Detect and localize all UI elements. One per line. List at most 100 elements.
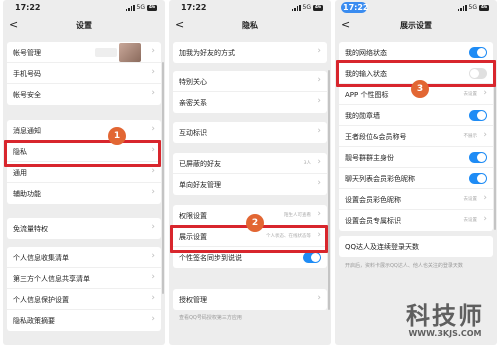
list-item-phone[interactable]: 手机号码 › bbox=[7, 63, 161, 84]
chevron-right-icon: › bbox=[151, 251, 155, 261]
list-item-third-party-sharing[interactable]: 第三方个人信息共享清单 › bbox=[7, 268, 161, 289]
list-item-label: 王者段位&会员称号 bbox=[345, 133, 407, 141]
signal-icon bbox=[291, 4, 301, 11]
settings-screen: 17:22 5G 46 < 设置 帐号管理 › 手机号码 › 帐号安全 › 消息通知 ›… bbox=[3, 0, 165, 345]
qq-expert-caption: 开启后，资料卡展示QQ达人、他人也关注的登录天数 bbox=[345, 263, 463, 269]
status-bar: 17:22 5G 46 bbox=[335, 0, 497, 14]
chevron-right-icon: › bbox=[317, 178, 321, 188]
list-item-qq-expert[interactable]: QQ达人及连续登录天数 bbox=[339, 236, 493, 257]
scrollbar[interactable] bbox=[328, 70, 330, 310]
list-item-value: 去设置 bbox=[463, 92, 478, 97]
network-label: 5G bbox=[468, 4, 477, 11]
list-item-blocked-friends[interactable]: 已屏蔽的好友 3人 › bbox=[173, 153, 327, 174]
chevron-right-icon: › bbox=[151, 166, 155, 176]
list-item-label: 免流量特权 bbox=[13, 225, 48, 233]
data-free-group: 免流量特权 › bbox=[7, 218, 161, 239]
friend-add-group: 加我为好友的方式 › bbox=[173, 42, 327, 63]
group-owner-toggle[interactable] bbox=[469, 152, 487, 163]
chevron-right-icon: › bbox=[317, 209, 321, 219]
list-item-label: 权限设置 bbox=[179, 212, 207, 220]
medal-wall-toggle[interactable] bbox=[469, 110, 487, 121]
list-item-label: 靓号群群主身份 bbox=[345, 154, 394, 162]
list-item-privacy-policy[interactable]: 隐私政策摘要 › bbox=[7, 310, 161, 331]
list-item-authorization[interactable]: 授权管理 › bbox=[173, 289, 327, 310]
chevron-right-icon: › bbox=[483, 130, 487, 140]
list-item-label: 个人信息收集清单 bbox=[13, 254, 69, 262]
step-badge-2: 2 bbox=[246, 214, 264, 232]
blurred-account-name bbox=[95, 48, 117, 57]
list-item-label: 互动标识 bbox=[179, 129, 207, 137]
status-time: 17:22 bbox=[181, 3, 207, 12]
signal-icon bbox=[457, 4, 467, 11]
avatar bbox=[119, 43, 141, 62]
watermark-title: 科技师 bbox=[406, 302, 484, 330]
scrollbar[interactable] bbox=[162, 62, 164, 294]
list-item-value: 去设置 bbox=[463, 197, 478, 202]
list-item-label: 通用 bbox=[13, 169, 27, 177]
list-item-label: 已屏蔽的好友 bbox=[179, 160, 221, 168]
list-item-account-manage[interactable]: 帐号管理 › bbox=[7, 42, 161, 63]
list-item-label: 我的勋章墙 bbox=[345, 112, 380, 120]
page-title: 隐私 bbox=[242, 21, 258, 30]
authorization-group: 授权管理 › bbox=[173, 289, 327, 310]
list-item-intimate-relations[interactable]: 亲密关系 › bbox=[173, 92, 327, 113]
chevron-right-icon: › bbox=[151, 88, 155, 98]
list-item-label: 隐私政策摘要 bbox=[13, 317, 55, 325]
color-nickname-toggle[interactable] bbox=[469, 173, 487, 184]
signal-group: 5G 46 bbox=[457, 4, 489, 11]
list-item-info-collection[interactable]: 个人信息收集清单 › bbox=[7, 247, 161, 268]
list-item-label: 我的网络状态 bbox=[345, 49, 387, 57]
list-item-medal-wall[interactable]: 我的勋章墙 bbox=[339, 105, 493, 126]
step-badge-1: 1 bbox=[108, 127, 126, 145]
list-item-label: 授权管理 bbox=[179, 296, 207, 304]
list-item-interaction-marks[interactable]: 互动标识 › bbox=[173, 122, 327, 143]
status-time: 17:22 bbox=[343, 3, 369, 12]
list-item-add-friend-method[interactable]: 加我为好友的方式 › bbox=[173, 42, 327, 63]
list-item-label: 单向好友管理 bbox=[179, 181, 221, 189]
list-item-one-way-friends[interactable]: 单向好友管理 › bbox=[173, 174, 327, 195]
list-item-info-protection[interactable]: 个人信息保护设置 › bbox=[7, 289, 161, 310]
qq-expert-group: QQ达人及连续登录天数 bbox=[339, 236, 493, 257]
list-item-free-data[interactable]: 免流量特权 › bbox=[7, 218, 161, 239]
status-bar: 17:22 5G 46 bbox=[169, 0, 331, 14]
battery-icon: 46 bbox=[313, 4, 323, 11]
list-item-game-rank[interactable]: 王者段位&会员称号 不展示 › bbox=[339, 126, 493, 147]
list-item-label: 设置会员彩色昵称 bbox=[345, 196, 401, 204]
list-item-label: 第三方个人信息共享清单 bbox=[13, 275, 90, 283]
nav-bar: < 设置 bbox=[3, 16, 165, 36]
chevron-right-icon: › bbox=[151, 124, 155, 134]
list-item-label: 个性签名同步到说说 bbox=[179, 254, 242, 262]
list-item-accessibility[interactable]: 辅助功能 › bbox=[7, 183, 161, 204]
watermark: 科技师 WWW.3KJS.COM bbox=[392, 296, 498, 344]
signature-sync-toggle[interactable] bbox=[303, 252, 321, 263]
chevron-right-icon: › bbox=[317, 96, 321, 106]
display-settings-screen: 17:22 5G 46 < 展示设置 我的网络状态 我的输入状态 APP 个性图… bbox=[335, 0, 497, 345]
battery-icon: 46 bbox=[147, 4, 157, 11]
chevron-right-icon: › bbox=[317, 126, 321, 136]
list-item-label: 辅助功能 bbox=[13, 190, 41, 198]
list-item-label: 亲密关系 bbox=[179, 99, 207, 107]
relations-group: 特别关心 › 亲密关系 › bbox=[173, 71, 327, 113]
list-item-special-care[interactable]: 特别关心 › bbox=[173, 71, 327, 92]
chevron-right-icon: › bbox=[317, 293, 321, 303]
chevron-right-icon: › bbox=[317, 157, 321, 167]
chevron-right-icon: › bbox=[151, 46, 155, 56]
step-badge-3: 3 bbox=[411, 80, 429, 98]
list-item-account-security[interactable]: 帐号安全 › bbox=[7, 84, 161, 105]
list-item-member-badge[interactable]: 设置会员专属标识 去设置 › bbox=[339, 210, 493, 231]
status-bar: 17:22 5G 46 bbox=[3, 0, 165, 14]
interaction-group: 互动标识 › bbox=[173, 122, 327, 143]
list-item-label: 个人信息保护设置 bbox=[13, 296, 69, 304]
network-label: 5G bbox=[302, 4, 311, 11]
battery-icon: 46 bbox=[479, 4, 489, 11]
list-item-label: 帐号安全 bbox=[13, 91, 41, 99]
list-item-set-color-nickname[interactable]: 设置会员彩色昵称 去设置 › bbox=[339, 189, 493, 210]
network-status-toggle[interactable] bbox=[469, 47, 487, 58]
list-item-value: 不展示 bbox=[463, 134, 478, 139]
watermark-url: WWW.3KJS.COM bbox=[408, 329, 482, 338]
list-item-color-nickname[interactable]: 聊天列表会员彩色昵称 bbox=[339, 168, 493, 189]
list-item-notifications[interactable]: 消息通知 › bbox=[7, 120, 161, 141]
friends-group: 已屏蔽的好友 3人 › 单向好友管理 › bbox=[173, 153, 327, 195]
list-item-group-owner[interactable]: 靓号群群主身份 bbox=[339, 147, 493, 168]
chevron-right-icon: › bbox=[151, 187, 155, 197]
